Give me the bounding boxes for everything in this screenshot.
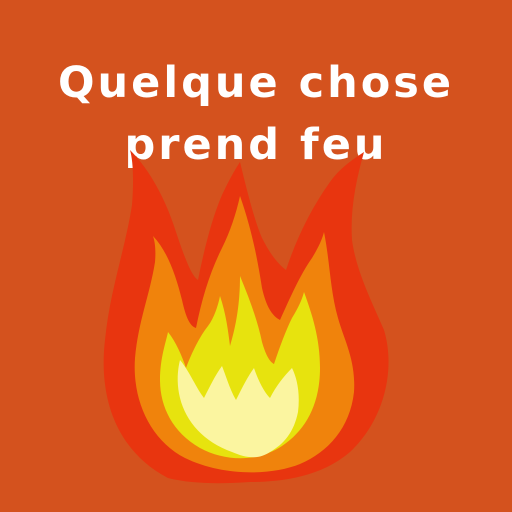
fire-icon <box>103 150 389 484</box>
